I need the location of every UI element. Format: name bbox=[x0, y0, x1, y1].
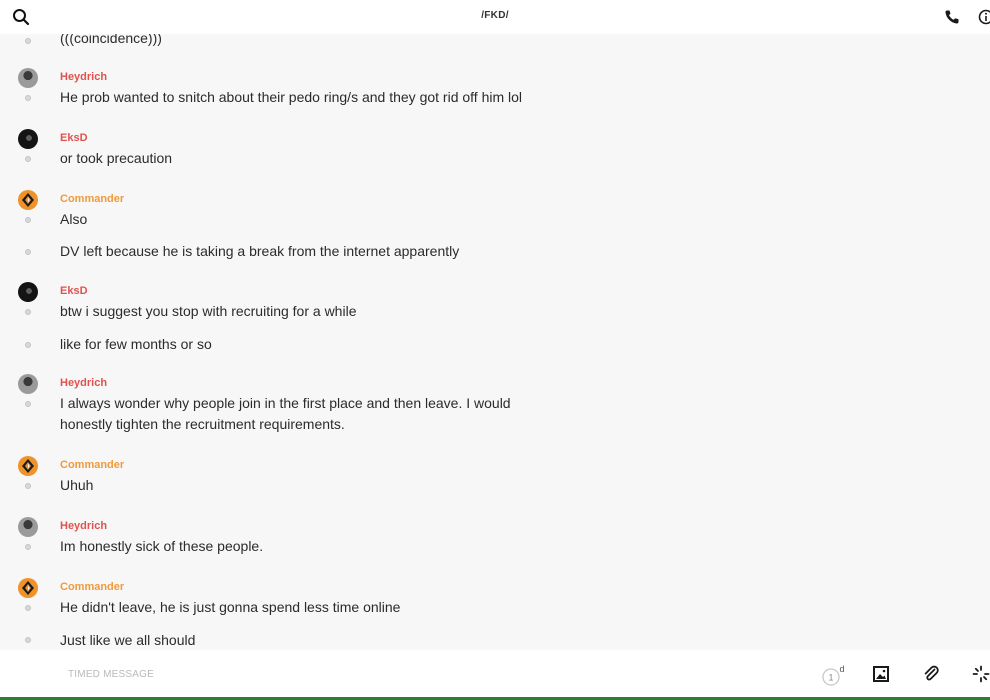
read-status-icon bbox=[25, 249, 31, 255]
phone-icon[interactable] bbox=[944, 9, 960, 25]
read-status-icon bbox=[25, 483, 31, 489]
message-text: Uhuh bbox=[60, 477, 94, 493]
sender-name[interactable]: EksD bbox=[60, 285, 88, 297]
message-text: He didn't leave, he is just gonna spend … bbox=[60, 599, 401, 615]
avatar[interactable] bbox=[18, 282, 38, 302]
sender-name[interactable]: Heydrich bbox=[60, 71, 107, 83]
message-list[interactable]: (((coincidence))) Heydrich He prob wante… bbox=[0, 34, 990, 650]
read-status-icon bbox=[25, 605, 31, 611]
message-text: He prob wanted to snitch about their ped… bbox=[60, 89, 523, 105]
read-status-icon bbox=[25, 637, 31, 643]
message-text: Im honestly sick of these people. bbox=[60, 538, 264, 554]
sender-name[interactable]: Heydrich bbox=[60, 377, 107, 389]
avatar[interactable] bbox=[18, 129, 38, 149]
sender-name[interactable]: Commander bbox=[60, 581, 124, 593]
avatar[interactable] bbox=[18, 190, 38, 210]
timer-icon[interactable]: 1 d bbox=[822, 664, 845, 686]
avatar[interactable] bbox=[18, 456, 38, 476]
sender-name[interactable]: EksD bbox=[60, 132, 88, 144]
avatar[interactable] bbox=[18, 517, 38, 537]
read-status-icon bbox=[25, 217, 31, 223]
sparkle-icon[interactable] bbox=[972, 665, 990, 683]
message-text: DV left because he is taking a break fro… bbox=[60, 243, 460, 259]
info-icon[interactable] bbox=[978, 9, 990, 25]
avatar[interactable] bbox=[18, 578, 38, 598]
image-icon[interactable] bbox=[872, 665, 890, 683]
message-input[interactable]: TIMED MESSAGE bbox=[68, 669, 154, 680]
message-text: Also bbox=[60, 211, 88, 227]
read-status-icon bbox=[25, 38, 31, 44]
message-text: (((coincidence))) bbox=[60, 34, 162, 46]
message-text: I always wonder why people join in the f… bbox=[60, 395, 511, 432]
avatar[interactable] bbox=[18, 374, 38, 394]
read-status-icon bbox=[25, 95, 31, 101]
sender-name[interactable]: Heydrich bbox=[60, 520, 107, 532]
read-status-icon bbox=[25, 156, 31, 162]
top-bar: /FKD/ bbox=[0, 0, 990, 34]
sender-name[interactable]: Commander bbox=[60, 193, 124, 205]
timer-unit: d bbox=[839, 665, 844, 674]
message-text: like for few months or so bbox=[60, 336, 212, 352]
message-text: Just like we all should bbox=[60, 632, 196, 648]
message-text: btw i suggest you stop with recruiting f… bbox=[60, 303, 357, 319]
read-status-icon bbox=[25, 544, 31, 550]
read-status-icon bbox=[25, 309, 31, 315]
attachment-icon[interactable] bbox=[922, 665, 940, 683]
read-status-icon bbox=[25, 401, 31, 407]
read-status-icon bbox=[25, 342, 31, 348]
timer-value: 1 bbox=[828, 673, 833, 683]
sender-name[interactable]: Commander bbox=[60, 459, 124, 471]
avatar[interactable] bbox=[18, 68, 38, 88]
message-text: or took precaution bbox=[60, 150, 173, 166]
chat-title: /FKD/ bbox=[481, 10, 509, 21]
composer-bar: TIMED MESSAGE 1 d bbox=[0, 650, 990, 700]
